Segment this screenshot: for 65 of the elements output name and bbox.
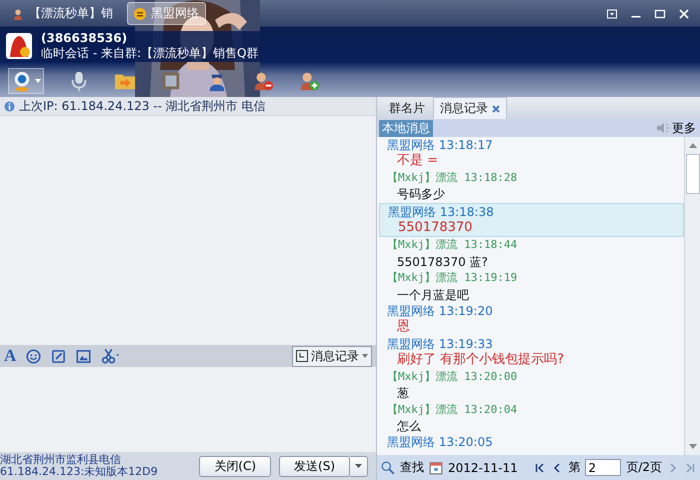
first-page-icon[interactable] <box>534 462 546 474</box>
session-info: 临时会话 - 来自群:【漂流秒单】销售Q群 <box>41 44 258 62</box>
scrollbar[interactable] <box>684 137 700 455</box>
close-button[interactable]: 关闭(C) <box>199 456 272 476</box>
message-header: 黑盟网络 13:20:05 <box>386 434 494 451</box>
message-header: 【Mxkj】漂流 13:18:28 <box>386 170 518 186</box>
message-text: 不是 = <box>396 153 440 170</box>
last-ip-text: 上次IP: 61.184.24.123 -- 湖北省荆州市 电信 <box>19 98 266 114</box>
selected-message[interactable]: 黑盟网络 13:18:38 550178370 <box>379 202 684 238</box>
search-link[interactable]: 查找 <box>400 459 424 476</box>
message-text: 恩 <box>396 319 411 336</box>
webcam-button[interactable] <box>8 68 44 94</box>
message-text: 550178370 蓝? <box>396 254 489 270</box>
person-icon <box>12 8 24 20</box>
message-text: 怎么 <box>396 418 422 434</box>
smiley-icon[interactable] <box>26 348 42 364</box>
message-header: 【Mxkj】漂流 13:20:04 <box>386 402 518 418</box>
message-header: 黑盟网络 13:19:33 <box>386 336 494 352</box>
message-history-button[interactable]: 消息记录 <box>292 346 372 366</box>
scroll-up-icon[interactable] <box>688 143 696 148</box>
send-button[interactable]: 发送(S) <box>279 456 350 476</box>
caret-icon <box>362 354 368 358</box>
message-text: 一个月蓝是吧 <box>396 286 470 304</box>
message-text: 号码多少 <box>396 186 446 203</box>
edit-icon[interactable] <box>51 348 66 364</box>
panel-tab[interactable]: 消息记录 <box>433 97 507 119</box>
more-link[interactable]: 更多 <box>672 120 696 136</box>
location-text: 湖北省荆州市监利县电信 <box>0 454 122 466</box>
message-text: 葱 <box>396 385 410 402</box>
image-icon[interactable] <box>76 348 92 364</box>
caret-icon <box>355 464 362 468</box>
clock-icon <box>296 350 308 362</box>
version-text: 61.184.24.123:未知版本12D9 <box>0 466 158 478</box>
caret-icon <box>35 79 41 83</box>
message-header: 【Mxkj】漂流 13:18:44 <box>386 237 518 254</box>
message-header: 黑盟网络 13:18:17 <box>386 137 494 154</box>
chat-tab[interactable]: 【漂流秒单】销 <box>6 3 119 24</box>
close-icon[interactable] <box>492 104 500 112</box>
message-header: 黑盟网络 13:18:38 <box>387 204 495 220</box>
calendar-icon[interactable] <box>429 460 443 474</box>
maximize-icon[interactable] <box>654 8 666 20</box>
add-person-icon[interactable] <box>298 70 320 92</box>
avatar-icon[interactable] <box>6 33 32 59</box>
date-text[interactable]: 2012-11-11 <box>448 460 518 474</box>
page-total: 页/2页 <box>626 459 662 476</box>
search-icon[interactable] <box>381 460 395 474</box>
page-label: 第 <box>568 459 580 476</box>
message-header: 黑盟网络 13:19:20 <box>386 303 494 320</box>
scissors-icon[interactable] <box>101 346 122 366</box>
menu-icon[interactable] <box>606 8 618 20</box>
message-header: 【Mxkj】漂流 13:20:00 <box>386 368 518 385</box>
remove-person-icon[interactable] <box>252 70 274 92</box>
font-button[interactable]: A <box>4 346 16 366</box>
chat-tab[interactable]: 黑盟网络 <box>127 2 206 25</box>
scroll-thumb[interactable] <box>686 154 700 194</box>
send-options-button[interactable] <box>350 456 368 476</box>
info-icon <box>4 100 15 112</box>
page-input[interactable]: 2 <box>585 459 622 476</box>
message-text: 刷好了 有那个小钱包提示吗? <box>396 352 566 369</box>
message-input[interactable] <box>0 367 376 452</box>
panel-tab[interactable]: 群名片 <box>383 98 431 119</box>
scroll-down-icon[interactable] <box>688 444 696 449</box>
message-header: 【Mxkj】漂流 13:19:19 <box>386 270 518 286</box>
message-text: 550178370 <box>397 220 474 236</box>
qq-number: (386638536) <box>41 30 128 44</box>
